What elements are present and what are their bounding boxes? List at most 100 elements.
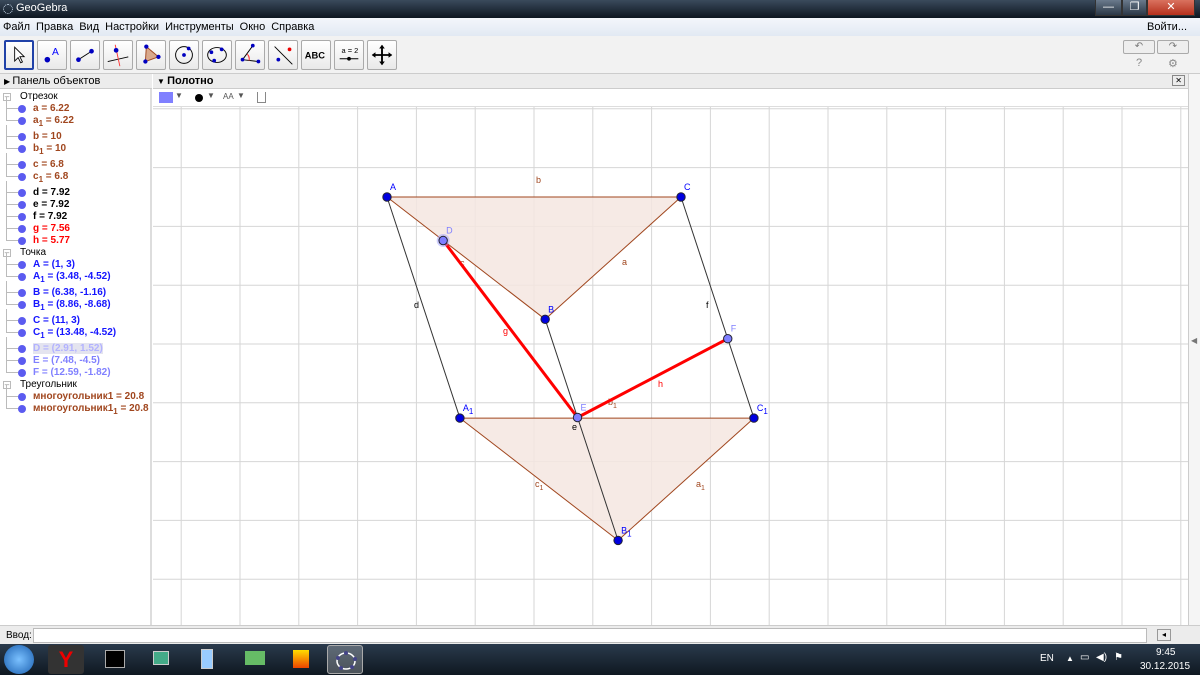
algebra-item[interactable]: C = (11, 3) <box>0 309 150 327</box>
algebra-item[interactable]: B = (6.38, -1.16) <box>0 281 150 299</box>
volume-icon[interactable]: ◀) <box>1096 652 1107 663</box>
label-style-button[interactable]: AA <box>223 92 234 101</box>
algebra-group-header[interactable]: – Отрезок <box>0 91 150 103</box>
visibility-toggle-icon[interactable] <box>18 117 26 125</box>
color-dropdown-icon[interactable]: ▼ <box>175 91 183 100</box>
algebra-item[interactable]: d = 7.92 <box>0 181 150 199</box>
visibility-toggle-icon[interactable] <box>18 161 26 169</box>
action-center-flag-icon[interactable]: ⚑ <box>1114 652 1123 663</box>
menu-view[interactable]: Вид <box>76 18 102 36</box>
algebra-group-header[interactable]: – Треугольник <box>0 379 150 391</box>
lock-icon[interactable] <box>257 92 266 103</box>
text-tool-button[interactable]: ABC <box>301 40 331 70</box>
visibility-toggle-icon[interactable] <box>18 273 26 281</box>
algebra-item[interactable]: A1 = (3.48, -4.52) <box>0 265 150 287</box>
color-picker-button[interactable] <box>159 92 173 103</box>
point-A1[interactable] <box>455 413 465 423</box>
algebra-item[interactable]: h = 5.77 <box>0 229 150 247</box>
graphics-canvas[interactable]: a b c a1 b1 c1 d e f g h A B C A1 B1 C1 D E F <box>153 107 1188 625</box>
segment-tool-button[interactable] <box>70 40 100 70</box>
visibility-toggle-icon[interactable] <box>18 225 26 233</box>
close-view-button[interactable]: ✕ <box>1172 75 1185 86</box>
clock-time[interactable]: 9:45 <box>1156 647 1175 658</box>
visibility-toggle-icon[interactable] <box>18 133 26 141</box>
input-field[interactable] <box>33 628 1147 643</box>
algebra-group-header[interactable]: – Точка <box>0 247 150 259</box>
visibility-toggle-icon[interactable] <box>18 237 26 245</box>
point-C1[interactable] <box>749 413 759 423</box>
point-E[interactable] <box>572 412 583 423</box>
algebra-item[interactable]: E = (7.48, -4.5) <box>0 349 150 367</box>
command-prompt-taskbar-icon[interactable] <box>97 645 133 674</box>
point-D[interactable] <box>438 235 448 246</box>
algebra-item[interactable]: многоугольник11 = 20.8 <box>0 397 150 419</box>
visibility-toggle-icon[interactable] <box>18 317 26 325</box>
algebra-item[interactable]: a1 = 6.22 <box>0 109 150 131</box>
visibility-toggle-icon[interactable] <box>18 405 26 413</box>
point-style-dropdown-icon[interactable]: ▼ <box>207 91 215 100</box>
visibility-toggle-icon[interactable] <box>18 329 26 337</box>
point-style-button[interactable] <box>195 94 203 102</box>
money-app-taskbar-icon[interactable] <box>237 645 273 674</box>
visibility-toggle-icon[interactable] <box>18 173 26 181</box>
algebra-item[interactable]: c1 = 6.8 <box>0 165 150 187</box>
menu-help[interactable]: Справка <box>268 18 317 36</box>
point-C[interactable] <box>676 192 686 202</box>
segment-f[interactable] <box>680 196 755 419</box>
visibility-toggle-icon[interactable] <box>18 189 26 197</box>
triangle-fill[interactable] <box>459 418 754 541</box>
collapse-triangle-icon[interactable]: ▼ <box>157 77 167 86</box>
menu-window[interactable]: Окно <box>237 18 269 36</box>
visibility-toggle-icon[interactable] <box>18 261 26 269</box>
visibility-toggle-icon[interactable] <box>18 201 26 209</box>
algebra-item[interactable]: g = 7.56 <box>0 217 150 235</box>
triangle-fill[interactable] <box>387 197 681 320</box>
algebra-item[interactable]: b = 10 <box>0 125 150 143</box>
segment-h[interactable] <box>576 337 729 419</box>
language-indicator[interactable]: EN <box>1040 653 1054 664</box>
visibility-toggle-icon[interactable] <box>18 105 26 113</box>
media-taskbar-icon[interactable] <box>283 645 319 674</box>
algebra-item[interactable]: F = (12.59, -1.82) <box>0 361 150 379</box>
point-A[interactable] <box>382 192 392 202</box>
help-button[interactable]: ? <box>1136 57 1142 69</box>
visibility-toggle-icon[interactable] <box>18 213 26 221</box>
visibility-toggle-icon[interactable] <box>18 369 26 377</box>
algebra-item[interactable]: многоугольник1 = 20.8 <box>0 385 150 403</box>
reflect-tool-button[interactable] <box>268 40 298 70</box>
calculator-taskbar-icon[interactable] <box>189 645 225 674</box>
menu-settings[interactable]: Настройки <box>102 18 162 36</box>
point-F[interactable] <box>723 334 733 344</box>
geometry-drawing[interactable]: abca1b1c1defghABCA1B1C1DEF <box>153 107 1188 625</box>
perpendicular-line-tool-button[interactable] <box>103 40 133 70</box>
visibility-toggle-icon[interactable] <box>18 289 26 297</box>
algebra-item[interactable]: b1 = 10 <box>0 137 150 159</box>
point-tool-button[interactable]: A <box>37 40 67 70</box>
algebra-item[interactable]: e = 7.92 <box>0 193 150 211</box>
visibility-toggle-icon[interactable] <box>18 301 26 309</box>
algebra-item[interactable]: f = 7.92 <box>0 205 150 223</box>
visibility-toggle-icon[interactable] <box>18 393 26 401</box>
clock-date[interactable]: 30.12.2015 <box>1140 661 1190 672</box>
network-icon[interactable]: ▭ <box>1080 652 1089 663</box>
login-link[interactable]: Войти... <box>1144 18 1190 36</box>
slider-tool-button[interactable]: a = 2 <box>334 40 364 70</box>
algebra-item[interactable]: B1 = (8.86, -8.68) <box>0 293 150 315</box>
monitor-taskbar-icon[interactable] <box>143 645 179 674</box>
start-button[interactable] <box>4 645 34 674</box>
menu-file[interactable]: Файл <box>0 18 33 36</box>
yandex-browser-taskbar-icon[interactable]: Y <box>48 645 84 674</box>
angle-tool-button[interactable] <box>235 40 265 70</box>
close-button[interactable]: ✕ <box>1147 0 1195 16</box>
visibility-toggle-icon[interactable] <box>18 357 26 365</box>
settings-gear-icon[interactable]: ⚙ <box>1168 57 1178 70</box>
algebra-item[interactable]: D = (2.91, 1.52) <box>0 337 150 355</box>
menu-tools[interactable]: Инструменты <box>162 18 237 36</box>
algebra-item[interactable]: c = 6.8 <box>0 153 150 171</box>
collapse-arrow-icon[interactable]: ◀ <box>1191 336 1197 345</box>
algebra-item[interactable]: A = (1, 3) <box>0 253 150 271</box>
visibility-toggle-icon[interactable] <box>18 145 26 153</box>
label-style-dropdown-icon[interactable]: ▼ <box>237 91 245 100</box>
point-B[interactable] <box>540 314 550 325</box>
menu-edit[interactable]: Правка <box>33 18 76 36</box>
